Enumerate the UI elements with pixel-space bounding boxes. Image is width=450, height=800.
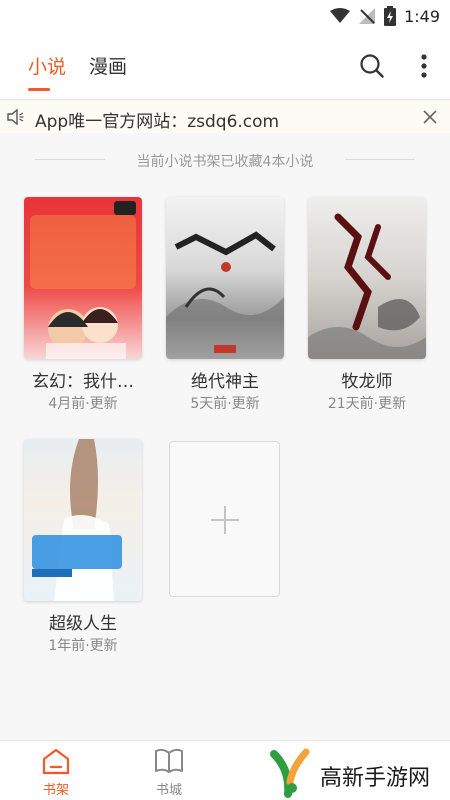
divider-right xyxy=(345,159,415,160)
app-bar: 小说 漫画 xyxy=(0,32,450,100)
book-cover[interactable] xyxy=(166,197,284,359)
battery-charging-icon xyxy=(384,6,397,26)
tab-comic[interactable]: 漫画 xyxy=(89,52,127,79)
close-icon[interactable] xyxy=(422,109,438,125)
tab-novel[interactable]: 小说 xyxy=(28,52,66,79)
plus-icon xyxy=(211,506,239,534)
nav-label: 书城 xyxy=(155,783,182,798)
book-title: 玄幻：我什… xyxy=(32,372,134,392)
shelf-count-text: 当前小说书架已收藏4本小说 xyxy=(136,154,314,170)
book-title: 超级人生 xyxy=(49,614,117,634)
book-update-time: 1年前·更新 xyxy=(48,638,118,654)
brand-logo-icon xyxy=(270,748,310,798)
watermark-text: 高新手游网 xyxy=(320,766,431,791)
book-update-time: 4月前·更新 xyxy=(48,396,118,412)
watermark: 高新手游网 xyxy=(268,748,448,798)
notice-text[interactable]: App唯一官方网站：zsdq6.com xyxy=(35,107,279,132)
nav-label: 书架 xyxy=(42,783,69,798)
status-icons: 1:49 xyxy=(330,5,440,27)
speaker-icon xyxy=(7,109,24,125)
book-cover[interactable] xyxy=(24,439,142,601)
active-tab-indicator xyxy=(28,88,50,91)
book-cover[interactable] xyxy=(308,197,426,359)
status-bar: 1:49 xyxy=(0,0,450,32)
book-update-time: 21天前·更新 xyxy=(327,396,407,412)
book-title: 绝代神主 xyxy=(191,372,259,392)
book-update-time: 5天前·更新 xyxy=(190,396,260,412)
more-vertical-icon[interactable] xyxy=(414,52,434,80)
notice-bar: App唯一官方网站：zsdq6.com xyxy=(0,101,450,133)
book-cover[interactable] xyxy=(24,197,142,359)
home-icon xyxy=(42,748,70,775)
add-book-button[interactable] xyxy=(169,441,280,597)
status-time: 1:49 xyxy=(404,6,440,26)
signal-off-icon xyxy=(359,8,376,24)
book-title: 牧龙师 xyxy=(341,372,393,392)
nav-item-bookstore[interactable]: 书城 xyxy=(139,747,199,798)
nav-item-bookshelf[interactable]: 书架 xyxy=(26,747,86,798)
search-icon[interactable] xyxy=(359,53,385,79)
book-icon xyxy=(155,748,183,773)
wifi-icon xyxy=(330,8,351,23)
shelf-info: 当前小说书架已收藏4本小说 xyxy=(0,150,450,170)
